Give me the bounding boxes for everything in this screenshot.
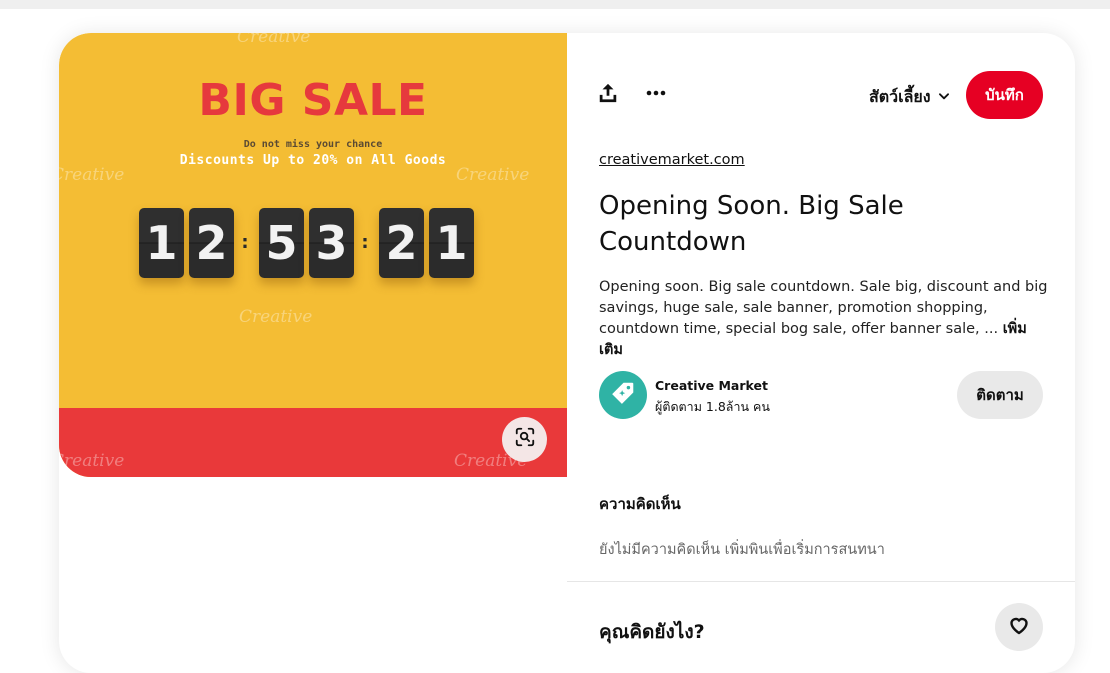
chevron-down-icon	[937, 88, 951, 107]
countdown-colon: :	[241, 232, 249, 253]
watermark-text: Creative	[237, 33, 311, 47]
pin-details-panel: สัตว์เลี้ยง บันทึก creativemarket.com Op…	[567, 33, 1075, 673]
countdown-colon: :	[361, 232, 369, 253]
watermark-text: Creative	[59, 165, 125, 185]
creator-name[interactable]: Creative Market	[655, 378, 768, 393]
image-subheadline: Discounts Up to 20% on All Goods	[179, 153, 447, 168]
share-upload-icon	[597, 82, 619, 109]
countdown-timer: 1 2 : 5 3 : 2 1	[139, 208, 479, 280]
top-bar	[0, 0, 1110, 9]
reaction-heading: คุณคิดยังไง?	[599, 621, 705, 643]
comments-empty-text: ยังไม่มีความคิดเห็น เพิ่มพินเพื่อเริ่มกา…	[599, 542, 885, 558]
save-button[interactable]: บันทึก	[966, 71, 1043, 119]
image-headline: BIG SALE	[198, 75, 428, 126]
countdown-digit-hours-2: 2	[189, 208, 234, 278]
lens-search-icon	[514, 426, 536, 453]
countdown-digit-hours-1: 1	[139, 208, 184, 278]
heart-icon	[1007, 613, 1031, 642]
share-button[interactable]	[591, 78, 625, 112]
countdown-digit-minutes-2: 3	[309, 208, 354, 278]
source-link[interactable]: creativemarket.com	[599, 152, 745, 168]
react-button[interactable]	[995, 603, 1043, 651]
visual-search-button[interactable]	[502, 417, 547, 462]
comments-heading: ความคิดเห็น	[599, 495, 681, 513]
more-options-icon	[644, 81, 668, 110]
divider	[567, 581, 1075, 582]
tag-icon	[610, 380, 636, 411]
pin-image[interactable]: Creative Creative Creative Creative Crea…	[59, 33, 567, 477]
pin-closeup-card: Creative Creative Creative Creative Crea…	[59, 33, 1075, 673]
pin-description-text: Opening soon. Big sale countdown. Sale b…	[599, 279, 1048, 337]
countdown-digit-seconds-1: 2	[379, 208, 424, 278]
image-tagline: Do not miss your chance	[243, 139, 383, 150]
pin-description: Opening soon. Big sale countdown. Sale b…	[599, 277, 1049, 361]
watermark-text: Creative	[239, 307, 313, 327]
pin-title: Opening Soon. Big Sale Countdown	[599, 191, 904, 257]
avatar[interactable]	[599, 371, 647, 419]
board-name: สัตว์เลี้ยง	[869, 86, 931, 106]
board-selector[interactable]: สัตว์เลี้ยง	[869, 83, 951, 111]
more-options-button[interactable]	[639, 78, 673, 112]
watermark-text: Creative	[456, 165, 530, 185]
countdown-digit-seconds-2: 1	[429, 208, 474, 278]
creator-followers: ผู้ติดตาม 1.8ล้าน คน	[655, 399, 770, 414]
follow-button[interactable]: ติดตาม	[957, 371, 1043, 419]
watermark-text: Creative	[59, 451, 125, 471]
countdown-digit-minutes-1: 5	[259, 208, 304, 278]
